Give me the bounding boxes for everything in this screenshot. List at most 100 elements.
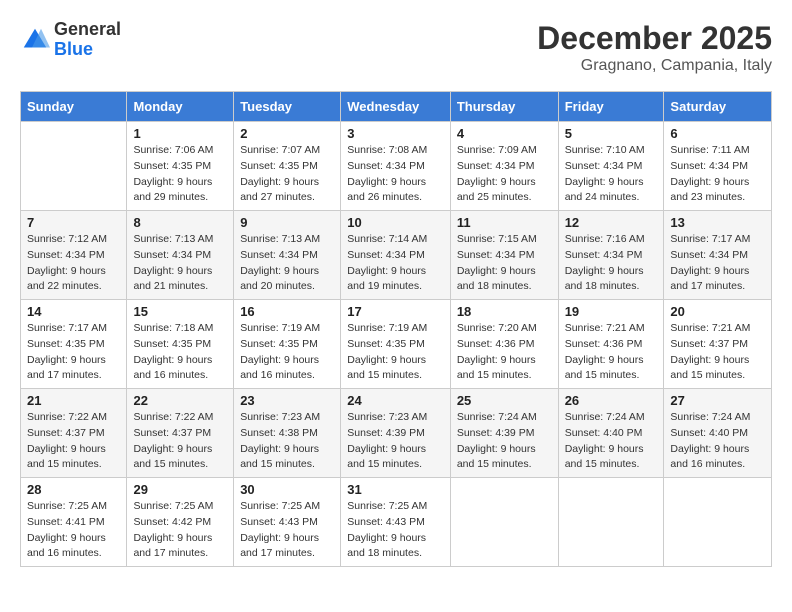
calendar-week-row: 21 Sunrise: 7:22 AMSunset: 4:37 PMDayligh… [21,389,772,478]
header-monday: Monday [127,92,234,122]
day-number: 5 [565,126,658,141]
day-number: 21 [27,393,120,408]
day-info: Sunrise: 7:25 AMSunset: 4:43 PMDaylight:… [347,499,444,562]
calendar-week-row: 14 Sunrise: 7:17 AMSunset: 4:35 PMDayligh… [21,300,772,389]
logo-blue: Blue [54,40,121,60]
day-number: 22 [133,393,227,408]
header-thursday: Thursday [450,92,558,122]
title-block: December 2025 Gragnano, Campania, Italy [537,20,772,75]
calendar-body: 1Sunrise: 7:06 AMSunset: 4:35 PMDaylight… [21,122,772,567]
day-info: Sunrise: 7:19 AMSunset: 4:35 PMDaylight:… [240,321,334,384]
day-info: Sunrise: 7:23 AMSunset: 4:38 PMDaylight:… [240,410,334,473]
day-number: 23 [240,393,334,408]
header-tuesday: Tuesday [234,92,341,122]
calendar-cell: 8 Sunrise: 7:13 AMSunset: 4:34 PMDaylight… [127,211,234,300]
day-number: 6 [670,126,765,141]
day-info: Sunrise: 7:17 AMSunset: 4:35 PMDaylight:… [27,321,120,384]
header-friday: Friday [558,92,664,122]
calendar-cell: 25Sunrise: 7:24 AMSunset: 4:39 PMDayligh… [450,389,558,478]
calendar-cell: 3 Sunrise: 7:08 AMSunset: 4:34 PMDaylight… [341,122,451,211]
day-number: 10 [347,215,444,230]
calendar-cell: 31 Sunrise: 7:25 AMSunset: 4:43 PMDayligh… [341,478,451,567]
header-saturday: Saturday [664,92,772,122]
day-info: Sunrise: 7:15 AMSunset: 4:34 PMDaylight:… [457,232,552,295]
day-info: Sunrise: 7:07 AMSunset: 4:35 PMDaylight:… [240,143,334,206]
calendar-cell: 21 Sunrise: 7:22 AMSunset: 4:37 PMDayligh… [21,389,127,478]
day-info: Sunrise: 7:25 AMSunset: 4:42 PMDaylight:… [133,499,227,562]
day-info: Sunrise: 7:13 AMSunset: 4:34 PMDaylight:… [240,232,334,295]
day-number: 3 [347,126,444,141]
calendar-cell: 6Sunrise: 7:11 AMSunset: 4:34 PMDaylight… [664,122,772,211]
day-info: Sunrise: 7:24 AMSunset: 4:40 PMDaylight:… [565,410,658,473]
day-info: Sunrise: 7:17 AMSunset: 4:34 PMDaylight:… [670,232,765,295]
day-info: Sunrise: 7:21 AMSunset: 4:37 PMDaylight:… [670,321,765,384]
day-info: Sunrise: 7:22 AMSunset: 4:37 PMDaylight:… [133,410,227,473]
calendar-cell: 11Sunrise: 7:15 AMSunset: 4:34 PMDayligh… [450,211,558,300]
calendar-cell: 13 Sunrise: 7:17 AMSunset: 4:34 PMDayligh… [664,211,772,300]
calendar-cell: 17Sunrise: 7:19 AMSunset: 4:35 PMDayligh… [341,300,451,389]
header-wednesday: Wednesday [341,92,451,122]
day-number: 24 [347,393,444,408]
day-number: 12 [565,215,658,230]
day-number: 19 [565,304,658,319]
calendar-cell: 16 Sunrise: 7:19 AMSunset: 4:35 PMDayligh… [234,300,341,389]
location: Gragnano, Campania, Italy [537,57,772,75]
calendar-cell: 10 Sunrise: 7:14 AMSunset: 4:34 PMDayligh… [341,211,451,300]
month-title: December 2025 [537,20,772,57]
header-sunday: Sunday [21,92,127,122]
calendar-cell: 30 Sunrise: 7:25 AMSunset: 4:43 PMDayligh… [234,478,341,567]
calendar-cell: 24 Sunrise: 7:23 AMSunset: 4:39 PMDayligh… [341,389,451,478]
day-info: Sunrise: 7:06 AMSunset: 4:35 PMDaylight:… [133,143,227,206]
calendar-cell: 26Sunrise: 7:24 AMSunset: 4:40 PMDayligh… [558,389,664,478]
day-number: 13 [670,215,765,230]
day-info: Sunrise: 7:08 AMSunset: 4:34 PMDaylight:… [347,143,444,206]
calendar-cell [450,478,558,567]
day-number: 25 [457,393,552,408]
day-number: 4 [457,126,552,141]
calendar-cell: 7 Sunrise: 7:12 AMSunset: 4:34 PMDaylight… [21,211,127,300]
calendar-cell: 27Sunrise: 7:24 AMSunset: 4:40 PMDayligh… [664,389,772,478]
logo-text: General Blue [54,20,121,60]
day-info: Sunrise: 7:10 AMSunset: 4:34 PMDaylight:… [565,143,658,206]
calendar-cell: 18 Sunrise: 7:20 AMSunset: 4:36 PMDayligh… [450,300,558,389]
day-info: Sunrise: 7:23 AMSunset: 4:39 PMDaylight:… [347,410,444,473]
day-number: 15 [133,304,227,319]
calendar-header: SundayMondayTuesdayWednesdayThursdayFrid… [21,92,772,122]
calendar-cell: 4 Sunrise: 7:09 AMSunset: 4:34 PMDaylight… [450,122,558,211]
day-info: Sunrise: 7:18 AMSunset: 4:35 PMDaylight:… [133,321,227,384]
day-info: Sunrise: 7:22 AMSunset: 4:37 PMDaylight:… [27,410,120,473]
day-info: Sunrise: 7:24 AMSunset: 4:40 PMDaylight:… [670,410,765,473]
day-number: 14 [27,304,120,319]
day-number: 8 [133,215,227,230]
day-number: 28 [27,482,120,497]
calendar-cell: 2 Sunrise: 7:07 AMSunset: 4:35 PMDaylight… [234,122,341,211]
day-info: Sunrise: 7:12 AMSunset: 4:34 PMDaylight:… [27,232,120,295]
day-info: Sunrise: 7:16 AMSunset: 4:34 PMDaylight:… [565,232,658,295]
day-number: 30 [240,482,334,497]
calendar-cell [558,478,664,567]
day-number: 2 [240,126,334,141]
calendar-cell: 14 Sunrise: 7:17 AMSunset: 4:35 PMDayligh… [21,300,127,389]
day-info: Sunrise: 7:09 AMSunset: 4:34 PMDaylight:… [457,143,552,206]
calendar-cell: 20Sunrise: 7:21 AMSunset: 4:37 PMDayligh… [664,300,772,389]
header-row: SundayMondayTuesdayWednesdayThursdayFrid… [21,92,772,122]
day-number: 31 [347,482,444,497]
calendar-cell: 12 Sunrise: 7:16 AMSunset: 4:34 PMDayligh… [558,211,664,300]
calendar-cell: 5 Sunrise: 7:10 AMSunset: 4:34 PMDaylight… [558,122,664,211]
calendar-cell [21,122,127,211]
day-info: Sunrise: 7:25 AMSunset: 4:43 PMDaylight:… [240,499,334,562]
page-header: General Blue December 2025 Gragnano, Cam… [20,20,772,75]
day-info: Sunrise: 7:14 AMSunset: 4:34 PMDaylight:… [347,232,444,295]
day-info: Sunrise: 7:21 AMSunset: 4:36 PMDaylight:… [565,321,658,384]
day-info: Sunrise: 7:20 AMSunset: 4:36 PMDaylight:… [457,321,552,384]
calendar-week-row: 28Sunrise: 7:25 AMSunset: 4:41 PMDayligh… [21,478,772,567]
day-number: 18 [457,304,552,319]
calendar-cell: 9Sunrise: 7:13 AMSunset: 4:34 PMDaylight… [234,211,341,300]
day-number: 16 [240,304,334,319]
calendar-week-row: 1Sunrise: 7:06 AMSunset: 4:35 PMDaylight… [21,122,772,211]
day-info: Sunrise: 7:19 AMSunset: 4:35 PMDaylight:… [347,321,444,384]
day-info: Sunrise: 7:13 AMSunset: 4:34 PMDaylight:… [133,232,227,295]
logo-general: General [54,20,121,40]
calendar-cell: 1Sunrise: 7:06 AMSunset: 4:35 PMDaylight… [127,122,234,211]
day-number: 7 [27,215,120,230]
